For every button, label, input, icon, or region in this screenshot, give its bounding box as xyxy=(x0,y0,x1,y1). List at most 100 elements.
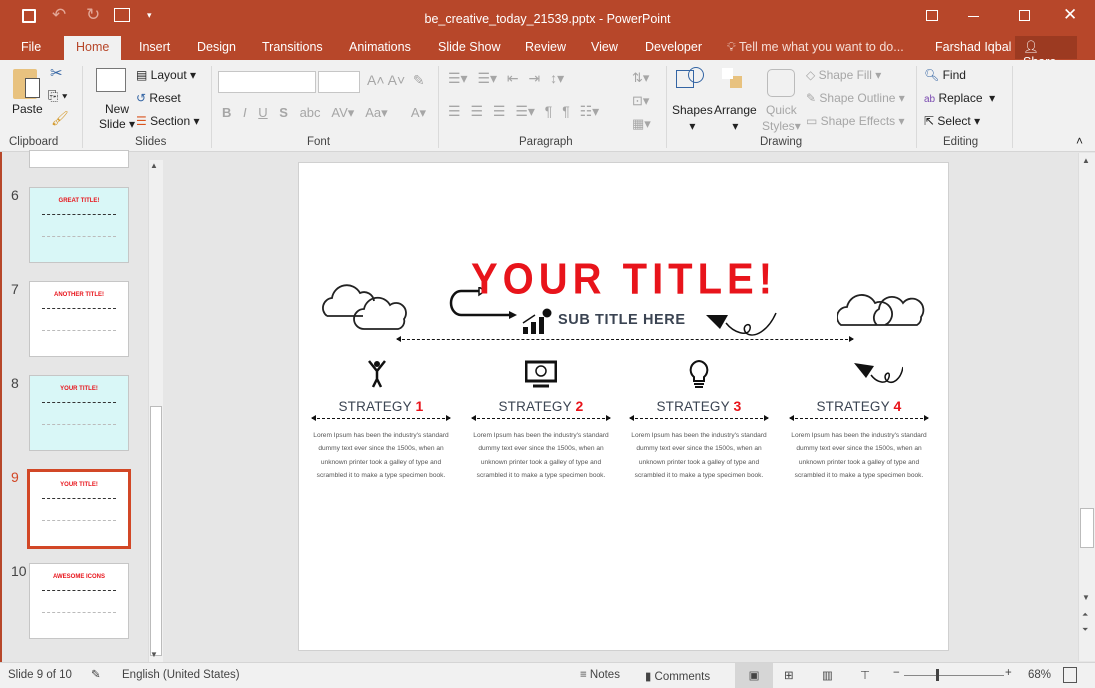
close-button[interactable]: ✕ xyxy=(1063,5,1077,25)
ribbon-display-options-icon[interactable] xyxy=(926,10,938,21)
scroll-thumb[interactable] xyxy=(1080,508,1094,548)
slide-thumbnail-10[interactable]: AWESOME ICONS xyxy=(29,563,129,639)
slide-number: 9 xyxy=(11,469,19,485)
tab-home[interactable]: Home xyxy=(64,36,122,60)
status-bar: Slide 9 of 10 ✎ English (United States) … xyxy=(0,662,1095,688)
new-slide-button[interactable]: New Slide ▾ xyxy=(99,102,135,132)
slide-thumbnail-6[interactable]: GREAT TITLE! xyxy=(29,187,129,263)
shape-effects-button[interactable]: ▭ Shape Effects ▾ xyxy=(806,114,905,128)
slide-thumbnail-8[interactable]: YOUR TITLE! xyxy=(29,375,129,451)
strategy-description: Lorem Ipsum has been the industry's stan… xyxy=(791,432,927,480)
tab-animations[interactable]: Animations xyxy=(349,40,411,54)
thumbnail-divider xyxy=(42,214,116,215)
scroll-up-icon[interactable]: ▲ xyxy=(150,161,158,170)
scroll-thumb[interactable] xyxy=(150,406,162,656)
slide-thumbnail-7[interactable]: ANOTHER TITLE! xyxy=(29,281,129,357)
slide-scrollbar[interactable]: ▲ ▼ ⏶ ⏷ xyxy=(1078,153,1095,661)
fit-slide-icon[interactable] xyxy=(1063,667,1077,683)
tab-slide-show[interactable]: Slide Show xyxy=(438,40,501,54)
slide-canvas[interactable]: YOUR TITLE! SUB TITLE HERE STRATEGY 1 Lo… xyxy=(298,162,949,651)
zoom-slider-thumb[interactable] xyxy=(936,669,939,681)
paste-button[interactable]: Paste xyxy=(12,102,43,116)
layout-button[interactable]: ▤ Layout ▾ xyxy=(136,68,196,82)
find-button[interactable]: 🔍︎ Find xyxy=(924,68,966,82)
strategy-column[interactable]: STRATEGY 2 Lorem Ipsum has been the indu… xyxy=(466,398,616,483)
minimize-button[interactable] xyxy=(968,16,979,17)
tab-insert[interactable]: Insert xyxy=(139,40,170,54)
strategy-column[interactable]: STRATEGY 4 Lorem Ipsum has been the indu… xyxy=(784,398,934,483)
tab-design[interactable]: Design xyxy=(197,40,236,54)
copy-icon[interactable]: ⎘ ▾ xyxy=(48,88,67,104)
cloud-icon xyxy=(837,294,925,326)
cut-icon[interactable]: ✂ xyxy=(50,64,63,82)
slide-number: 8 xyxy=(11,375,19,391)
font-size-input[interactable] xyxy=(318,71,360,93)
previous-slide-icon[interactable]: ⏶ xyxy=(1082,610,1088,620)
replace-button[interactable]: ab Replace ▾ xyxy=(924,91,995,105)
tab-file[interactable]: File xyxy=(21,40,41,54)
editing-group-label: Editing xyxy=(943,136,979,148)
user-name[interactable]: Farshad Iqbal xyxy=(935,40,1011,54)
reading-view-button[interactable]: ▥ xyxy=(822,668,833,682)
next-slide-icon[interactable]: ⏷ xyxy=(1082,625,1088,635)
font-format-buttons[interactable]: B I U S abc AV▾ Aa▾ A▾ xyxy=(222,105,426,121)
arrange-button[interactable]: Arrange ▾ xyxy=(714,102,757,134)
shape-outline-button[interactable]: ✎ Shape Outline ▾ xyxy=(806,91,905,105)
thumbnail-divider xyxy=(42,308,116,309)
arrange-icon[interactable] xyxy=(722,68,748,94)
thumbnail-title: YOUR TITLE! xyxy=(60,482,98,488)
scroll-up-icon[interactable]: ▲ xyxy=(1082,156,1090,165)
zoom-level[interactable]: 68% xyxy=(1028,669,1051,681)
strategy-column[interactable]: STRATEGY 1 Lorem Ipsum has been the indu… xyxy=(306,398,456,483)
new-slide-icon[interactable] xyxy=(96,68,126,92)
dashed-divider-arrow xyxy=(396,335,854,342)
maximize-button[interactable] xyxy=(1019,10,1030,21)
thumbnail-divider xyxy=(42,612,116,613)
zoom-out-button[interactable]: − xyxy=(893,667,900,679)
scroll-down-icon[interactable]: ▼ xyxy=(1082,593,1090,602)
font-size-controls[interactable]: A˄ A˅ ✎ xyxy=(367,72,425,89)
font-name-input[interactable] xyxy=(218,71,316,93)
notes-button[interactable]: ≡ Notes xyxy=(580,669,620,681)
list-buttons[interactable]: ☰▾ ☰▾ ⇤ ⇥ ↕▾ xyxy=(448,70,564,87)
slide-subtitle[interactable]: SUB TITLE HERE xyxy=(558,312,686,328)
language-status[interactable]: English (United States) xyxy=(122,669,240,681)
tab-view[interactable]: View xyxy=(591,40,618,54)
tab-review[interactable]: Review xyxy=(525,40,566,54)
reset-button[interactable]: ↺ Reset xyxy=(136,91,181,105)
quick-styles-button[interactable]: Quick Styles▾ xyxy=(762,102,801,134)
comments-button[interactable]: ▮ Comments xyxy=(645,669,710,683)
slide-title[interactable]: YOUR TITLE! xyxy=(449,255,799,305)
collapse-ribbon-icon[interactable]: ˄ xyxy=(1076,134,1083,148)
text-direction-buttons[interactable]: ⇅▾ ⊡▾ ▦▾ xyxy=(632,66,651,135)
tab-transitions[interactable]: Transitions xyxy=(262,40,323,54)
normal-view-button[interactable]: ▣ xyxy=(735,663,773,688)
spell-check-icon[interactable]: ✎ xyxy=(91,667,101,681)
slide-thumbnail-9[interactable]: YOUR TITLE! xyxy=(27,469,131,549)
shape-fill-button[interactable]: ◇ Shape Fill ▾ xyxy=(806,68,881,82)
tab-developer[interactable]: Developer xyxy=(645,40,702,54)
slideshow-view-button[interactable]: ⊤ xyxy=(860,668,870,682)
strategy-column[interactable]: STRATEGY 3 Lorem Ipsum has been the indu… xyxy=(624,398,774,483)
alignment-buttons[interactable]: ☰ ☰ ☰ ☰▾ ¶ ¶ ☷▾ xyxy=(448,103,599,120)
format-painter-icon[interactable]: 🖌︎ xyxy=(51,110,69,127)
section-button[interactable]: ☰ Section ▾ xyxy=(136,114,200,128)
strategy-label: STRATEGY 4 xyxy=(816,398,902,414)
dashed-arrow xyxy=(471,414,611,421)
slide-thumbnail-5-partial[interactable] xyxy=(29,150,129,168)
slide-sorter-view-button[interactable]: ⊞ xyxy=(784,668,794,682)
strategy-label: STRATEGY 3 xyxy=(656,398,742,414)
shapes-button[interactable]: Shapes ▾ xyxy=(672,102,713,134)
paste-page-icon xyxy=(25,78,40,98)
scroll-down-icon[interactable]: ▼ xyxy=(150,650,158,659)
thumbnail-divider xyxy=(42,402,116,403)
thumbnails-scrollbar[interactable]: ▲ ▼ xyxy=(148,160,163,662)
zoom-slider[interactable] xyxy=(904,669,1004,681)
zoom-in-button[interactable]: + xyxy=(1005,667,1012,679)
select-button[interactable]: ⇱ Select ▾ xyxy=(924,114,980,128)
quick-styles-icon[interactable] xyxy=(767,69,795,97)
growth-chart-icon xyxy=(522,308,552,334)
tell-me-search[interactable]: 💡︎ Tell me what you want to do... xyxy=(727,40,904,55)
share-button[interactable]: 👤︎ Share xyxy=(1015,36,1077,69)
ribbon: Paste ✂ ⎘ ▾ 🖌︎ Clipboard New Slide ▾ ▤ La… xyxy=(0,60,1095,152)
